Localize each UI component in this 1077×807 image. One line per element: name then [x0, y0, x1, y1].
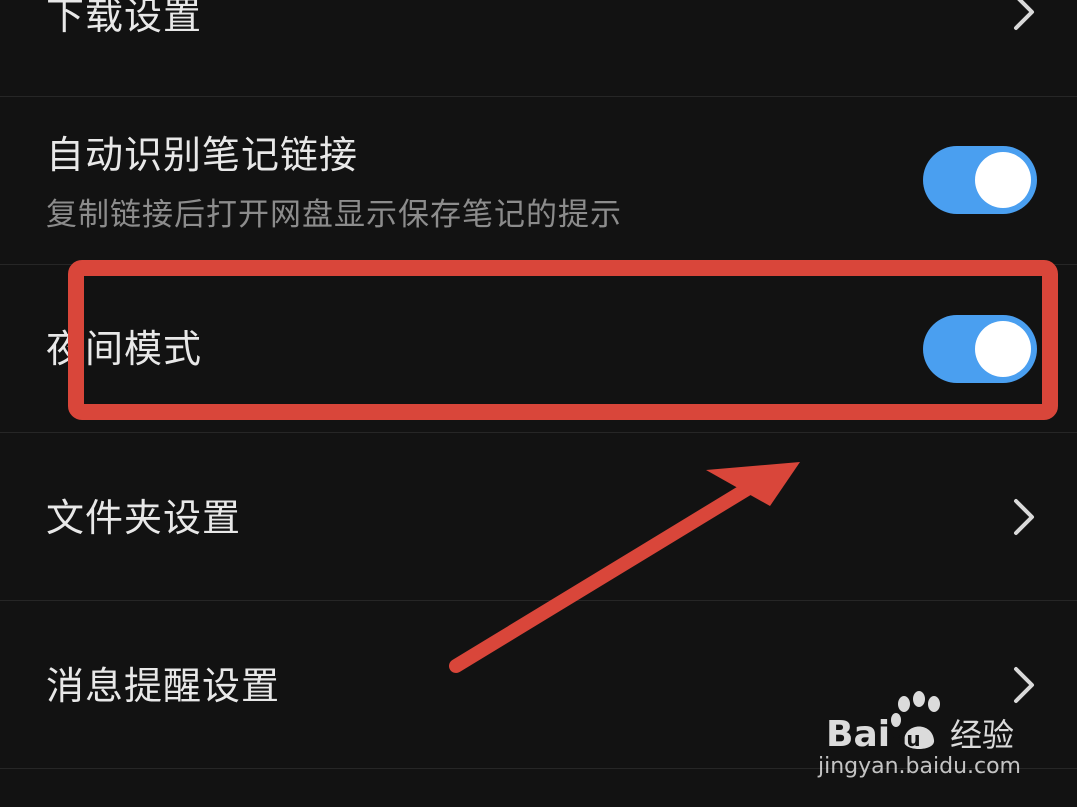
settings-row-notifications-label: 消息提醒设置 — [46, 664, 281, 708]
svg-text:经验: 经验 — [950, 716, 1014, 754]
chevron-right-icon — [1014, 499, 1034, 535]
auto-detect-links-toggle[interactable] — [923, 146, 1037, 214]
settings-row-folder[interactable]: 文件夹设置 — [0, 433, 1077, 601]
settings-row-folder-label: 文件夹设置 — [46, 496, 242, 540]
watermark-url: jingyan.baidu.com — [817, 754, 1021, 779]
svg-text:du: du — [892, 727, 921, 751]
settings-row-auto-detect-links-label: 自动识别笔记链接 — [46, 133, 359, 177]
night-mode-toggle[interactable] — [923, 315, 1037, 383]
svg-text:Bai: Bai — [826, 714, 890, 754]
toggle-knob — [975, 321, 1031, 377]
chevron-right-icon — [1014, 0, 1034, 30]
settings-row-download-label: 下载设置 — [46, 0, 203, 38]
baidu-jingyan-logo: Bai du 经验 — [826, 691, 1014, 754]
settings-row-night-mode: 夜间模式 — [0, 265, 1077, 433]
settings-row-auto-detect-links-description: 复制链接后打开网盘显示保存笔记的提示 — [46, 197, 622, 233]
settings-row-auto-detect-links: 自动识别笔记链接 复制链接后打开网盘显示保存笔记的提示 — [0, 97, 1077, 265]
settings-row-download[interactable]: 下载设置 — [0, 0, 1077, 97]
settings-row-night-mode-label: 夜间模式 — [46, 327, 203, 371]
toggle-knob — [975, 152, 1031, 208]
